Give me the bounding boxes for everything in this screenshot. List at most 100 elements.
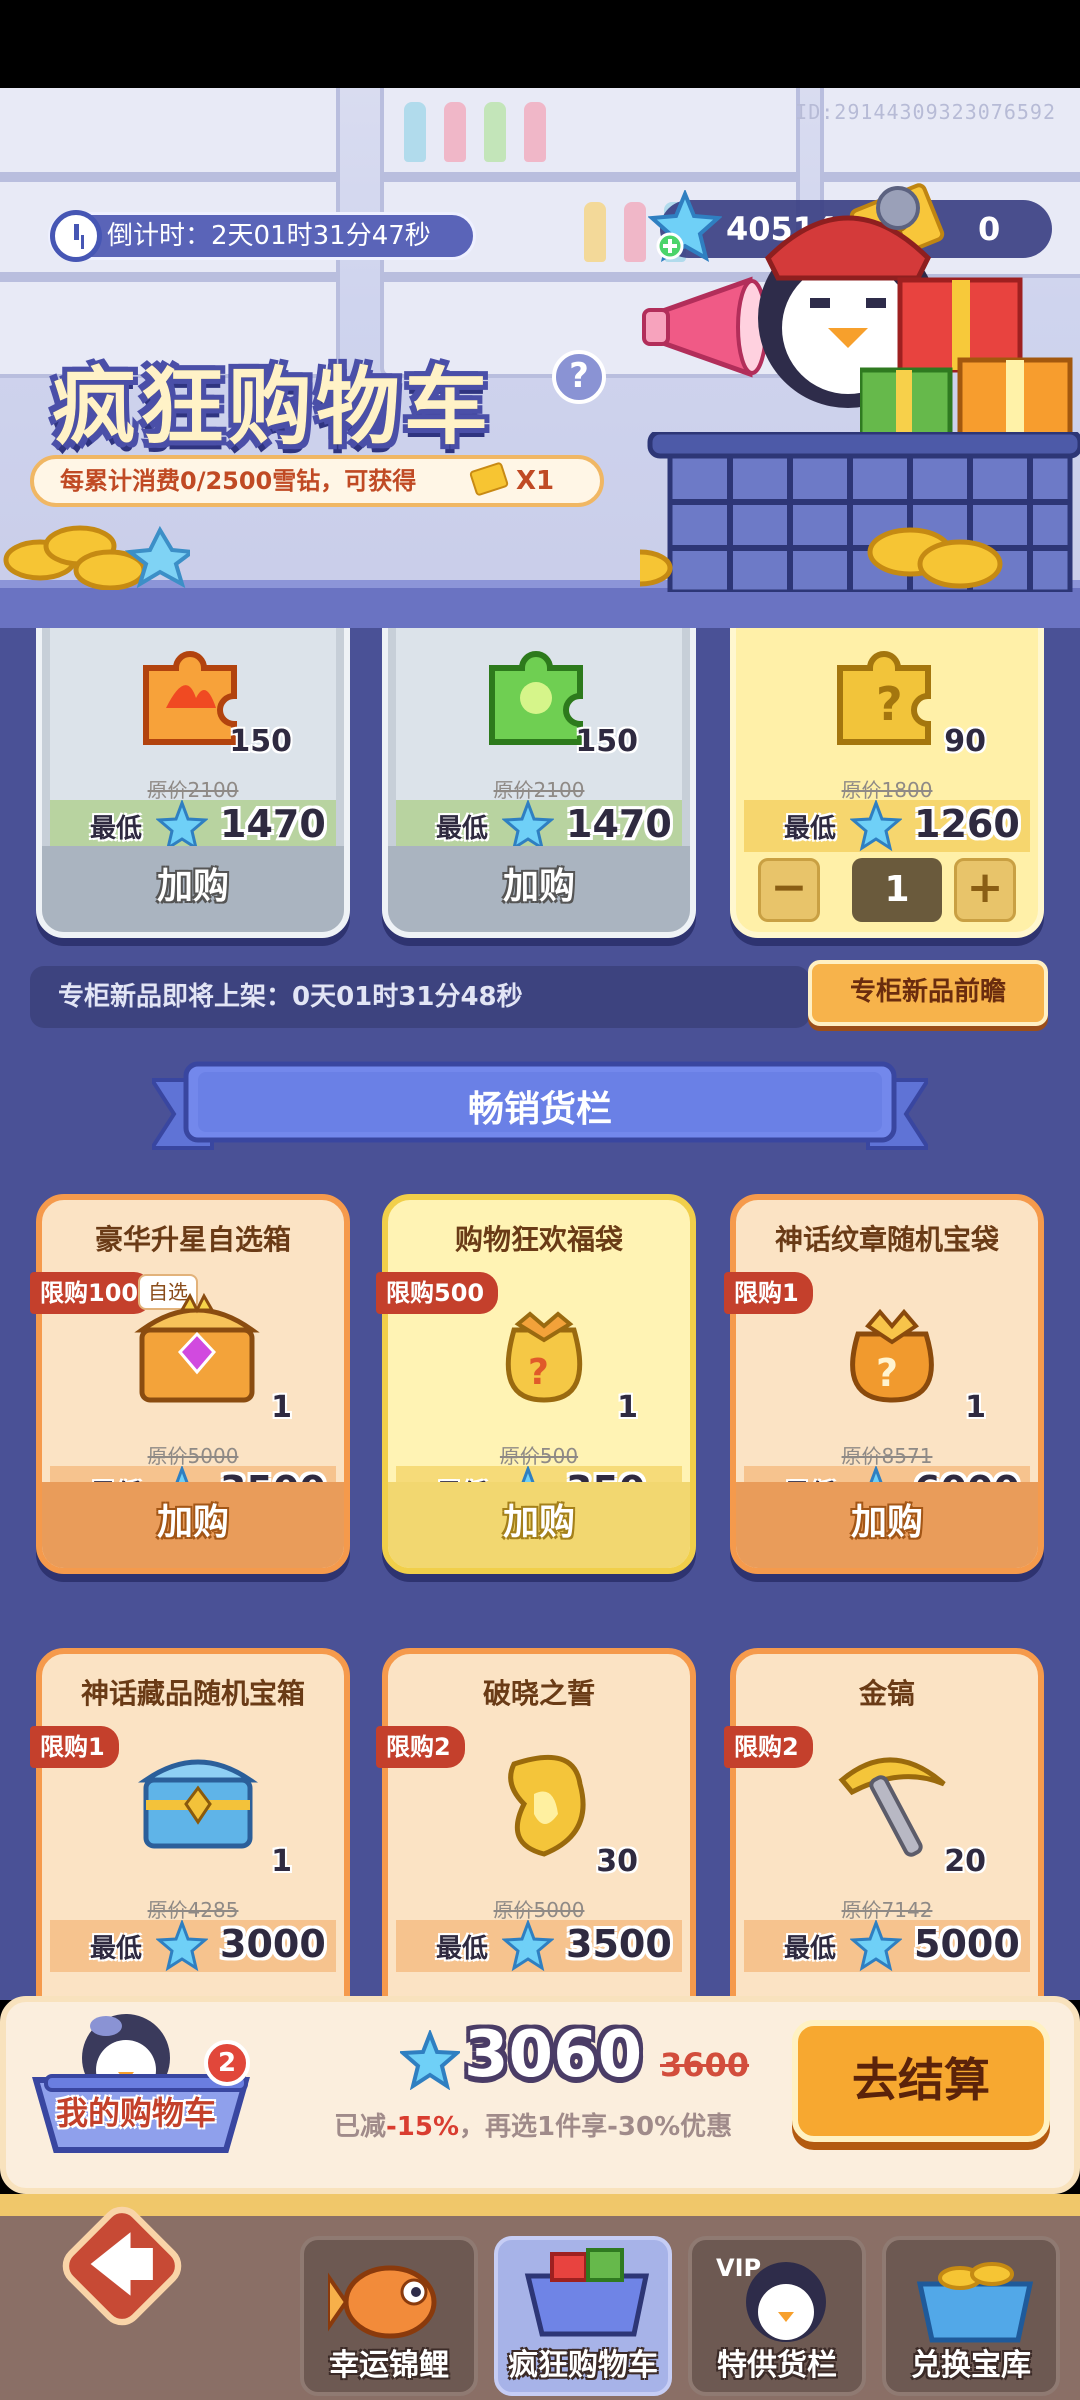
lucky-bag-icon: ? [505, 1311, 583, 1403]
decrease-quantity-button[interactable]: − [758, 858, 820, 922]
section-title: 畅销货栏 [467, 1089, 612, 1130]
product-card-selected: ? 90 原价1800 最低 1260 − 1 + [730, 628, 1044, 938]
checkout-button[interactable]: 去结算 [792, 2020, 1050, 2142]
product-title: 购物狂欢福袋 [454, 1223, 623, 1256]
product-card: 150 原价2100 最低 1470 加购 [36, 628, 350, 938]
original-price: 原价5000 [493, 1898, 585, 1922]
new-products-preview-button[interactable]: 专柜新品前瞻 [808, 960, 1048, 1026]
lowest-label: 最低 [90, 1934, 143, 1964]
tab-special-supply[interactable]: VIP 特供货栏 [688, 2236, 866, 2396]
increase-quantity-button[interactable]: + [954, 858, 1016, 922]
purchase-limit-tag: 限购2 [724, 1726, 813, 1768]
cart-count-badge: 2 [204, 2040, 250, 2086]
lowest-label: 最低 [90, 814, 143, 844]
shop-list[interactable]: 150 原价2100 最低 1470 加购 150 原价2100 最低 1470… [0, 628, 1080, 2000]
back-arrow-icon[interactable]: 🡄 [82, 2226, 162, 2306]
product-card: 购物狂欢福袋 限购500 ? 1 原价500 最低 350 加购 [376, 1194, 696, 1574]
tab-exchange-treasury[interactable]: 兑换宝库 [882, 2236, 1060, 2396]
treasure-basket-icon [916, 2262, 1034, 2343]
clock-icon [50, 210, 102, 262]
price-row: 最低 5000 [744, 1920, 1030, 1972]
item-quantity: 90 [944, 724, 986, 759]
product-title: 豪华升星自选箱 [94, 1223, 291, 1256]
discount-suffix: ，再选1件享-30%优惠 [459, 2112, 733, 2142]
product-title: 神话藏品随机宝箱 [80, 1677, 305, 1710]
discount-note: 已减-15%，再选1件享-30%优惠 [334, 2106, 732, 2143]
snow-diamond-icon [502, 800, 554, 852]
sale-price: 1470 [220, 802, 326, 846]
product-title: 金镐 [858, 1677, 915, 1710]
item-quantity: 1 [271, 1844, 292, 1879]
sale-price: 3500 [566, 1922, 672, 1966]
product-card: 金镐 限购2 20 原价7142 最低 5000 [724, 1648, 1044, 2000]
spend-reward-count: X1 [516, 466, 555, 496]
product-card: 神话藏品随机宝箱 限购1 1 原价4285 最低 3000 [30, 1648, 350, 2000]
tab-label: 疯狂购物车 [508, 2348, 658, 2383]
snow-diamond-icon[interactable] [648, 190, 722, 264]
product-card: 破晓之誓 限购2 30 原价5000 最低 3500 [376, 1648, 696, 2000]
add-to-cart-button[interactable]: 加购 [42, 1482, 344, 1568]
item-quantity: 20 [944, 1844, 986, 1879]
price-row: 最低 1470 [50, 800, 336, 852]
original-price: 原价5000 [147, 1444, 239, 1468]
countdown-timer: 倒计时：2天01时31分47秒 [48, 212, 476, 260]
vip-badge: VIP [716, 2254, 761, 2282]
cart-icon [524, 2248, 650, 2337]
snow-diamond-icon [156, 1920, 208, 1972]
quantity-value[interactable]: 1 [852, 858, 942, 922]
svg-text:?: ? [876, 677, 903, 731]
tab-label: 兑换宝库 [911, 2348, 1031, 2383]
user-id-text: ID:29144309323076592 [795, 100, 1056, 124]
price-row: 最低 1470 [396, 800, 682, 852]
item-quantity: 30 [596, 1844, 638, 1879]
question-puzzle-piece-icon: ? [837, 651, 931, 745]
original-price: 原价8571 [841, 1444, 933, 1468]
snow-diamond-icon [850, 1920, 902, 1972]
item-quantity: 150 [575, 724, 638, 759]
product-card: 神话纹章随机宝袋 限购1 ? 1 原价8571 最低 6000 加购 [724, 1194, 1044, 1574]
tab-label: 幸运锦鲤 [329, 2348, 449, 2383]
item-quantity: 1 [965, 1390, 986, 1425]
cart-total-price: 3060 [464, 2018, 643, 2092]
status-bar [0, 0, 1080, 88]
lowest-label: 最低 [784, 814, 837, 844]
price-row: 最低 3500 [396, 1920, 682, 1972]
golden-pickaxe-icon [838, 1757, 946, 1857]
product-card: 150 原价2100 最低 1470 加购 [382, 628, 696, 938]
dawn-oath-icon [508, 1754, 586, 1857]
mythic-chest-icon [138, 1759, 258, 1849]
snow-diamond-icon [400, 2030, 460, 2090]
original-price: 原价4285 [147, 1898, 239, 1922]
vip-penguin-icon: VIP [716, 2254, 826, 2342]
price-row: 最低 1260 [744, 800, 1030, 852]
add-to-cart-button[interactable]: 加购 [736, 1482, 1038, 1568]
snow-diamond-icon [156, 800, 208, 852]
original-price: 原价7142 [841, 1898, 933, 1922]
original-price: 原价2100 [147, 778, 239, 802]
my-cart-label[interactable]: 我的购物车 [56, 2088, 216, 2134]
tab-label: 特供货栏 [717, 2348, 837, 2383]
lowest-label: 最低 [784, 1934, 837, 1964]
item-quantity: 1 [271, 1390, 292, 1425]
purchase-limit-tag: 限购1 [724, 1272, 813, 1314]
original-price: 原价2100 [493, 778, 585, 802]
item-quantity: 1 [617, 1390, 638, 1425]
add-to-cart-button[interactable]: 加购 [388, 1482, 690, 1568]
nav-top-strip [0, 2194, 1080, 2216]
discount-prefix: 已减 [334, 2112, 387, 2142]
add-to-cart-button[interactable]: 加购 [42, 846, 344, 932]
add-to-cart-button[interactable]: 加购 [388, 846, 690, 932]
item-quantity: 150 [229, 724, 292, 759]
shopping-cart-decoration [640, 432, 1080, 592]
tab-crazy-cart[interactable]: 疯狂购物车 [494, 2236, 672, 2396]
original-price: 原价500 [499, 1444, 579, 1468]
product-card: 豪华升星自选箱 限购100 自选 1 原价5000 最低 3500 加购 [30, 1194, 350, 1574]
help-icon[interactable]: ? [552, 350, 606, 404]
svg-text:?: ? [876, 1351, 898, 1395]
purchase-limit-tag: 限购2 [376, 1726, 465, 1768]
purchase-limit-tag: 限购500 [376, 1272, 499, 1314]
mythic-badge-bag-icon: ? [850, 1308, 934, 1403]
tab-lucky-koi[interactable]: 幸运锦鲤 [300, 2236, 478, 2396]
product-title: 破晓之誓 [482, 1677, 595, 1710]
page-title: 疯狂购物车 [52, 358, 493, 456]
